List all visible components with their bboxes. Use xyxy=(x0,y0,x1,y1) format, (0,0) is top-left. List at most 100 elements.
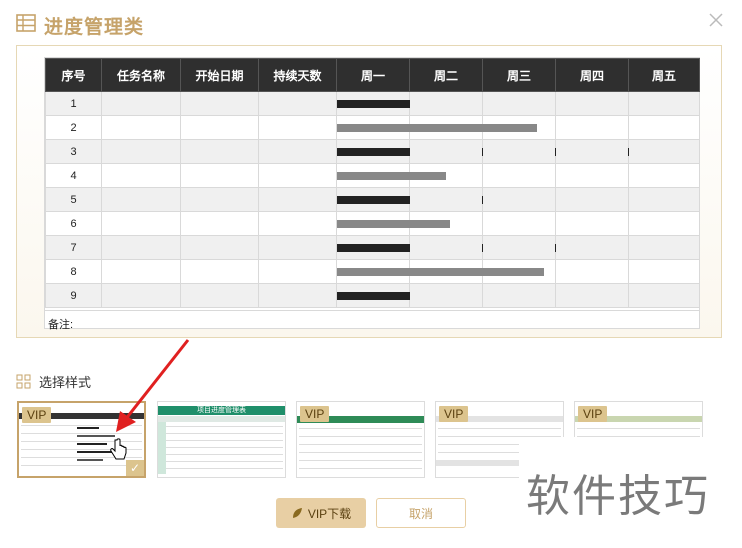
table-cell xyxy=(555,115,629,140)
table-row: 4 xyxy=(45,163,700,188)
table-cell xyxy=(555,211,629,236)
table-row: 6 xyxy=(45,211,700,236)
row-number-cell: 3 xyxy=(45,139,102,164)
table-cell xyxy=(336,115,537,140)
table-cell xyxy=(482,187,556,212)
table-cell xyxy=(258,283,337,308)
table-cell xyxy=(409,187,483,212)
table-cell xyxy=(409,259,483,284)
cancel-label: 取消 xyxy=(408,506,433,521)
row-number-cell: 7 xyxy=(45,235,102,260)
header-cell: 序号 xyxy=(45,58,102,92)
table-cell xyxy=(628,187,700,212)
table-cell xyxy=(101,283,181,308)
cancel-button[interactable]: 取消 xyxy=(376,498,466,528)
table-cell xyxy=(336,211,450,236)
table-cell xyxy=(258,235,337,260)
vip-download-label: VIP下载 xyxy=(307,506,352,521)
template-preview: 序号 任务名称 开始日期 持续天数 周一 周二 周三 周四 周五 1234567… xyxy=(16,45,722,338)
table-cell xyxy=(336,283,450,308)
table-cell xyxy=(628,163,700,188)
hand-cursor-icon xyxy=(110,438,127,460)
table-cell xyxy=(180,235,259,260)
check-icon: ✓ xyxy=(126,460,144,476)
table-cell xyxy=(180,163,259,188)
section-label: 选择样式 xyxy=(39,375,92,390)
table-row: 3 xyxy=(45,139,700,164)
table-cell xyxy=(409,235,483,260)
table-cell xyxy=(409,163,483,188)
vip-badge: VIP xyxy=(300,406,330,422)
table-row: 9 xyxy=(45,283,700,308)
table-cell xyxy=(409,115,483,140)
table-cell xyxy=(628,211,700,236)
table-cell xyxy=(101,211,181,236)
vip-download-button[interactable]: VIP下载 xyxy=(276,498,366,528)
table-cell xyxy=(336,259,544,284)
table-icon xyxy=(16,14,36,32)
note-label: 备注: xyxy=(48,319,74,331)
table-cell xyxy=(180,91,259,116)
header-cell: 开始日期 xyxy=(180,58,259,92)
style-section-header: 选择样式 xyxy=(16,372,91,391)
table-cell xyxy=(409,211,483,236)
vip-badge: VIP xyxy=(439,406,469,422)
table-cell xyxy=(482,283,556,308)
row-number-cell: 6 xyxy=(45,211,102,236)
dialog-title: 进度管理类 xyxy=(44,17,145,38)
table-cell xyxy=(101,235,181,260)
table-cell xyxy=(482,115,556,140)
table-cell xyxy=(258,211,337,236)
close-icon[interactable] xyxy=(708,12,724,28)
table-row: 8 xyxy=(45,259,700,284)
table-cell xyxy=(409,91,483,116)
header-cell: 周二 xyxy=(409,58,483,92)
table-cell xyxy=(336,91,439,116)
vip-badge: VIP xyxy=(578,406,608,422)
table-cell xyxy=(180,139,259,164)
table-cell xyxy=(336,235,617,260)
style-thumb-3[interactable]: VIP xyxy=(296,401,425,478)
table-cell xyxy=(258,139,337,164)
table-cell xyxy=(482,139,556,164)
table-cell xyxy=(628,115,700,140)
preview-sheet: 序号 任务名称 开始日期 持续天数 周一 周二 周三 周四 周五 1234567… xyxy=(44,57,700,331)
header-cell: 周四 xyxy=(555,58,629,92)
table-cell xyxy=(101,115,181,140)
table-cell xyxy=(482,259,556,284)
header-cell: 持续天数 xyxy=(258,58,337,92)
grid-icon xyxy=(16,374,31,389)
style-thumb-2[interactable]: 项目进度管理表 xyxy=(157,401,286,478)
table-cell xyxy=(336,187,541,212)
table-cell xyxy=(180,115,259,140)
table-cell xyxy=(482,211,556,236)
header-cell: 周三 xyxy=(482,58,556,92)
table-cell xyxy=(258,163,337,188)
table-cell xyxy=(628,91,700,116)
vip-badge: VIP xyxy=(22,407,52,423)
table-cell xyxy=(258,91,337,116)
header-row: 序号 任务名称 开始日期 持续天数 周一 周二 周三 周四 周五 xyxy=(45,58,700,92)
table-cell xyxy=(258,187,337,212)
table-cell xyxy=(628,283,700,308)
table-cell xyxy=(555,139,629,164)
table-cell xyxy=(180,187,259,212)
table-cell xyxy=(258,115,337,140)
table-cell xyxy=(409,283,483,308)
table-cell xyxy=(101,91,181,116)
table-cell xyxy=(482,235,556,260)
table-cell xyxy=(180,211,259,236)
table-row: 1 xyxy=(45,91,700,116)
thumb-caption: 项目进度管理表 xyxy=(158,406,285,415)
table-cell xyxy=(180,283,259,308)
table-cell xyxy=(555,91,629,116)
table-cell xyxy=(482,91,556,116)
table-cell xyxy=(555,283,629,308)
table-cell xyxy=(258,259,337,284)
table-cell xyxy=(101,259,181,284)
table-cell xyxy=(336,163,446,188)
table-cell xyxy=(409,139,483,164)
header-cell: 周一 xyxy=(336,58,410,92)
table-row: 2 xyxy=(45,115,700,140)
table-cell xyxy=(628,235,700,260)
